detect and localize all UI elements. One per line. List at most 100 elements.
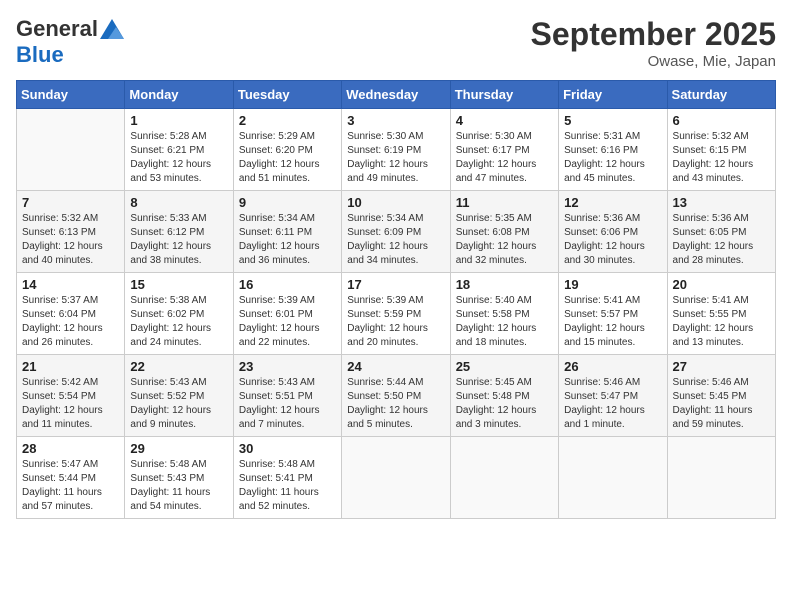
calendar-week-2: 7Sunrise: 5:32 AM Sunset: 6:13 PM Daylig…: [17, 191, 776, 273]
day-number: 20: [673, 277, 770, 292]
calendar-cell: 21 Sunrise: 5:42 AM Sunset: 5:54 PM Dayli…: [17, 355, 125, 437]
logo-general-text: General: [16, 16, 98, 42]
day-info: Sunrise: 5:39 AM Sunset: 6:01 PM Dayligh…: [239, 294, 336, 350]
calendar-cell: [667, 437, 775, 519]
day-info: Sunrise: 5:32 AM Sunset: 6:15 PM Dayligh…: [673, 130, 770, 186]
weekday-header-thursday: Thursday: [450, 81, 558, 109]
day-info: Sunrise: 5:33 AM Sunset: 6:12 PM Dayligh…: [130, 212, 227, 268]
calendar-cell: 2 Sunrise: 5:29 AM Sunset: 6:20 PM Daylig…: [233, 109, 341, 191]
calendar-cell: 29 Sunrise: 5:48 AM Sunset: 5:43 PM Dayli…: [125, 437, 233, 519]
day-number: 30: [239, 441, 336, 456]
calendar-week-5: 28 Sunrise: 5:47 AM Sunset: 5:44 PM Dayli…: [17, 437, 776, 519]
calendar-cell: 27Sunrise: 5:46 AM Sunset: 5:45 PM Dayli…: [667, 355, 775, 437]
day-number: 6: [673, 113, 770, 128]
day-number: 22: [130, 359, 227, 374]
calendar-cell: 30 Sunrise: 5:48 AM Sunset: 5:41 PM Dayli…: [233, 437, 341, 519]
day-number: 9: [239, 195, 336, 210]
title-area: September 2025 Owase, Mie, Japan: [531, 16, 776, 70]
day-number: 1: [130, 113, 227, 128]
weekday-header-tuesday: Tuesday: [233, 81, 341, 109]
day-info: Sunrise: 5:48 AM Sunset: 5:41 PM Dayligh…: [239, 458, 336, 514]
day-info: Sunrise: 5:46 AM Sunset: 5:47 PM Dayligh…: [564, 376, 661, 432]
weekday-header-saturday: Saturday: [667, 81, 775, 109]
day-info: Sunrise: 5:43 AM Sunset: 5:51 PM Dayligh…: [239, 376, 336, 432]
calendar-cell: 18 Sunrise: 5:40 AM Sunset: 5:58 PM Dayli…: [450, 273, 558, 355]
logo-icon: [100, 19, 124, 39]
day-info: Sunrise: 5:46 AM Sunset: 5:45 PM Dayligh…: [673, 376, 770, 432]
day-number: 11: [456, 195, 553, 210]
day-info: Sunrise: 5:40 AM Sunset: 5:58 PM Dayligh…: [456, 294, 553, 350]
day-number: 3: [347, 113, 444, 128]
day-info: Sunrise: 5:48 AM Sunset: 5:43 PM Dayligh…: [130, 458, 227, 514]
calendar-cell: 1Sunrise: 5:28 AM Sunset: 6:21 PM Daylig…: [125, 109, 233, 191]
calendar-cell: 12Sunrise: 5:36 AM Sunset: 6:06 PM Dayli…: [559, 191, 667, 273]
day-info: Sunrise: 5:34 AM Sunset: 6:11 PM Dayligh…: [239, 212, 336, 268]
weekday-header-sunday: Sunday: [17, 81, 125, 109]
calendar-week-4: 21 Sunrise: 5:42 AM Sunset: 5:54 PM Dayli…: [17, 355, 776, 437]
calendar-cell: 26 Sunrise: 5:46 AM Sunset: 5:47 PM Dayli…: [559, 355, 667, 437]
day-number: 2: [239, 113, 336, 128]
calendar-cell: 3 Sunrise: 5:30 AM Sunset: 6:19 PM Daylig…: [342, 109, 450, 191]
calendar-cell: [450, 437, 558, 519]
day-number: 25: [456, 359, 553, 374]
day-info: Sunrise: 5:36 AM Sunset: 6:05 PM Dayligh…: [673, 212, 770, 268]
calendar-cell: 20 Sunrise: 5:41 AM Sunset: 5:55 PM Dayli…: [667, 273, 775, 355]
day-info: Sunrise: 5:34 AM Sunset: 6:09 PM Dayligh…: [347, 212, 444, 268]
weekday-header-monday: Monday: [125, 81, 233, 109]
day-number: 14: [22, 277, 119, 292]
day-number: 21: [22, 359, 119, 374]
day-number: 28: [22, 441, 119, 456]
calendar-cell: 14Sunrise: 5:37 AM Sunset: 6:04 PM Dayli…: [17, 273, 125, 355]
day-info: Sunrise: 5:47 AM Sunset: 5:44 PM Dayligh…: [22, 458, 119, 514]
calendar-week-3: 14Sunrise: 5:37 AM Sunset: 6:04 PM Dayli…: [17, 273, 776, 355]
logo-blue-text: Blue: [16, 42, 64, 68]
day-number: 13: [673, 195, 770, 210]
calendar-cell: 5 Sunrise: 5:31 AM Sunset: 6:16 PM Daylig…: [559, 109, 667, 191]
weekday-header-wednesday: Wednesday: [342, 81, 450, 109]
day-number: 5: [564, 113, 661, 128]
calendar-cell: 17Sunrise: 5:39 AM Sunset: 5:59 PM Dayli…: [342, 273, 450, 355]
day-number: 18: [456, 277, 553, 292]
location: Owase, Mie, Japan: [531, 53, 776, 70]
weekday-header-friday: Friday: [559, 81, 667, 109]
day-info: Sunrise: 5:30 AM Sunset: 6:17 PM Dayligh…: [456, 130, 553, 186]
page-header: General Blue September 2025 Owase, Mie, …: [16, 16, 776, 70]
calendar-week-1: 1Sunrise: 5:28 AM Sunset: 6:21 PM Daylig…: [17, 109, 776, 191]
day-number: 7: [22, 195, 119, 210]
month-title: September 2025: [531, 16, 776, 53]
calendar-cell: 7Sunrise: 5:32 AM Sunset: 6:13 PM Daylig…: [17, 191, 125, 273]
calendar-cell: 23 Sunrise: 5:43 AM Sunset: 5:51 PM Dayli…: [233, 355, 341, 437]
day-info: Sunrise: 5:31 AM Sunset: 6:16 PM Dayligh…: [564, 130, 661, 186]
day-number: 8: [130, 195, 227, 210]
calendar-cell: 13 Sunrise: 5:36 AM Sunset: 6:05 PM Dayli…: [667, 191, 775, 273]
day-number: 15: [130, 277, 227, 292]
day-number: 26: [564, 359, 661, 374]
calendar-cell: [342, 437, 450, 519]
calendar-cell: 9 Sunrise: 5:34 AM Sunset: 6:11 PM Daylig…: [233, 191, 341, 273]
day-number: 23: [239, 359, 336, 374]
day-info: Sunrise: 5:41 AM Sunset: 5:55 PM Dayligh…: [673, 294, 770, 350]
day-info: Sunrise: 5:30 AM Sunset: 6:19 PM Dayligh…: [347, 130, 444, 186]
logo: General Blue: [16, 16, 124, 68]
weekday-header-row: SundayMondayTuesdayWednesdayThursdayFrid…: [17, 81, 776, 109]
calendar-cell: 16 Sunrise: 5:39 AM Sunset: 6:01 PM Dayli…: [233, 273, 341, 355]
day-number: 29: [130, 441, 227, 456]
day-number: 10: [347, 195, 444, 210]
day-info: Sunrise: 5:43 AM Sunset: 5:52 PM Dayligh…: [130, 376, 227, 432]
day-info: Sunrise: 5:41 AM Sunset: 5:57 PM Dayligh…: [564, 294, 661, 350]
calendar-cell: 28 Sunrise: 5:47 AM Sunset: 5:44 PM Dayli…: [17, 437, 125, 519]
calendar-cell: 4 Sunrise: 5:30 AM Sunset: 6:17 PM Daylig…: [450, 109, 558, 191]
calendar-table: SundayMondayTuesdayWednesdayThursdayFrid…: [16, 80, 776, 519]
day-number: 16: [239, 277, 336, 292]
calendar-cell: [559, 437, 667, 519]
day-info: Sunrise: 5:45 AM Sunset: 5:48 PM Dayligh…: [456, 376, 553, 432]
day-info: Sunrise: 5:29 AM Sunset: 6:20 PM Dayligh…: [239, 130, 336, 186]
calendar-cell: 11Sunrise: 5:35 AM Sunset: 6:08 PM Dayli…: [450, 191, 558, 273]
calendar-cell: [17, 109, 125, 191]
day-number: 4: [456, 113, 553, 128]
day-info: Sunrise: 5:42 AM Sunset: 5:54 PM Dayligh…: [22, 376, 119, 432]
calendar-cell: 15Sunrise: 5:38 AM Sunset: 6:02 PM Dayli…: [125, 273, 233, 355]
calendar-cell: 22 Sunrise: 5:43 AM Sunset: 5:52 PM Dayli…: [125, 355, 233, 437]
calendar-cell: 25 Sunrise: 5:45 AM Sunset: 5:48 PM Dayli…: [450, 355, 558, 437]
calendar-cell: 10 Sunrise: 5:34 AM Sunset: 6:09 PM Dayli…: [342, 191, 450, 273]
